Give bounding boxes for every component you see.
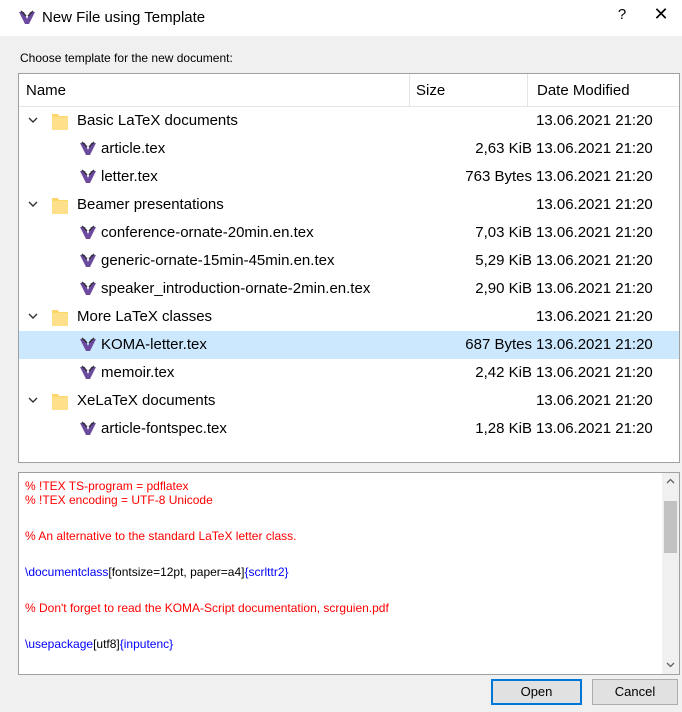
folder-icon xyxy=(52,392,68,410)
file-date: 13.06.2021 21:20 xyxy=(536,364,653,381)
tree-file-row[interactable]: conference-ornate-20min.en.tex 7,03 KiB 13… xyxy=(19,219,679,247)
preview-token: % An alternative to the standard LaTeX l… xyxy=(25,529,297,543)
preview-token: \setkomavar xyxy=(25,673,90,674)
group-name: More LaTeX classes xyxy=(77,308,213,325)
tree-file-row-selected[interactable]: KOMA-letter.tex 687 Bytes 13.06.2021 21:20 xyxy=(19,331,679,359)
tex-file-icon xyxy=(79,169,97,185)
scroll-up-icon[interactable] xyxy=(665,476,676,487)
preview-line: % An alternative to the standard LaTeX l… xyxy=(25,529,297,543)
tex-file-icon xyxy=(79,141,97,157)
title-bar: New File using Template ? ✕ xyxy=(0,0,682,36)
file-date: 13.06.2021 21:20 xyxy=(536,252,653,269)
tree-file-row[interactable]: speaker_introduction-ornate-2min.en.tex 2… xyxy=(19,275,679,303)
file-name: generic-ornate-15min-45min.en.tex xyxy=(101,252,335,269)
group-name: XeLaTeX documents xyxy=(77,392,216,409)
file-name: conference-ornate-20min.en.tex xyxy=(101,224,314,241)
column-header-date[interactable]: Date Modified xyxy=(537,82,630,99)
file-size: 2,63 KiB xyxy=(475,140,532,157)
group-name: Beamer presentations xyxy=(77,196,224,213)
file-size: 763 Bytes xyxy=(465,168,532,185)
preview-token: {fromname} xyxy=(90,673,152,674)
file-date: 13.06.2021 21:20 xyxy=(536,336,653,353)
file-name: article-fontspec.tex xyxy=(101,420,227,437)
group-date: 13.06.2021 21:20 xyxy=(536,392,653,409)
tex-file-icon xyxy=(79,225,97,241)
file-name: letter.tex xyxy=(101,168,158,185)
tree-file-row[interactable]: letter.tex 763 Bytes 13.06.2021 21:20 xyxy=(19,163,679,191)
group-date: 13.06.2021 21:20 xyxy=(536,196,653,213)
chevron-down-icon[interactable] xyxy=(26,197,40,211)
help-button[interactable]: ? xyxy=(612,6,632,23)
group-name: Basic LaTeX documents xyxy=(77,112,238,129)
preview-line: \setkomavar{fromname}{} % your name xyxy=(25,673,235,674)
file-name: memoir.tex xyxy=(101,364,175,381)
file-name: article.tex xyxy=(101,140,166,157)
file-date: 13.06.2021 21:20 xyxy=(536,168,653,185)
cancel-button[interactable]: Cancel xyxy=(592,679,678,705)
folder-icon xyxy=(52,112,68,130)
tex-file-icon xyxy=(79,421,97,437)
preview-line: % !TEX TS-program = pdflatex xyxy=(25,479,189,493)
texmaker-app-icon xyxy=(19,10,35,24)
open-button[interactable]: Open xyxy=(491,679,582,705)
tree-file-row[interactable]: memoir.tex 2,42 KiB 13.06.2021 21:20 xyxy=(19,359,679,387)
file-name: speaker_introduction-ornate-2min.en.tex xyxy=(101,280,371,297)
file-size: 2,42 KiB xyxy=(475,364,532,381)
tree-group-row[interactable]: More LaTeX classes 13.06.2021 21:20 xyxy=(19,303,679,331)
tree-body: Basic LaTeX documents 13.06.2021 21:20 art… xyxy=(19,107,679,443)
preview-token: % your name xyxy=(160,673,235,674)
scroll-down-icon[interactable] xyxy=(665,659,676,670)
template-preview[interactable]: % !TEX TS-program = pdflatex% !TEX encod… xyxy=(18,472,680,675)
chevron-down-icon[interactable] xyxy=(26,113,40,127)
tex-file-icon xyxy=(79,365,97,381)
preview-token: \usepackage xyxy=(25,637,94,651)
file-date: 13.06.2021 21:20 xyxy=(536,140,653,157)
window-title: New File using Template xyxy=(42,9,206,26)
tex-file-icon xyxy=(79,337,97,353)
tree-group-row[interactable]: Beamer presentations 13.06.2021 21:20 xyxy=(19,191,679,219)
tex-file-icon xyxy=(79,281,97,297)
preview-token: % Don't forget to read the KOMA-Script d… xyxy=(25,601,389,615)
file-size: 2,90 KiB xyxy=(475,280,532,297)
preview-token: [utf8] xyxy=(93,637,120,651)
group-date: 13.06.2021 21:20 xyxy=(536,112,653,129)
preview-token: % !TEX encoding = UTF-8 Unicode xyxy=(25,493,213,507)
file-name: KOMA-letter.tex xyxy=(101,336,207,353)
preview-line: % !TEX encoding = UTF-8 Unicode xyxy=(25,493,213,507)
chevron-down-icon[interactable] xyxy=(26,393,40,407)
choose-template-label: Choose template for the new document: xyxy=(20,51,233,65)
file-size: 5,29 KiB xyxy=(475,252,532,269)
preview-line: % Don't forget to read the KOMA-Script d… xyxy=(25,601,389,615)
file-size: 687 Bytes xyxy=(465,336,532,353)
chevron-down-icon[interactable] xyxy=(26,309,40,323)
tree-header: Name Size Date Modified xyxy=(19,74,679,107)
preview-token: {scrlttr2} xyxy=(244,565,289,579)
preview-token: [fontsize=12pt, paper=a4] xyxy=(108,565,245,579)
preview-line: \documentclass[fontsize=12pt, paper=a4]{… xyxy=(25,565,289,579)
scroll-thumb[interactable] xyxy=(664,501,677,553)
file-size: 1,28 KiB xyxy=(475,420,532,437)
file-date: 13.06.2021 21:20 xyxy=(536,420,653,437)
folder-icon xyxy=(52,196,68,214)
preview-token: {inputenc} xyxy=(119,637,174,651)
tree-file-row[interactable]: generic-ornate-15min-45min.en.tex 5,29 Ki… xyxy=(19,247,679,275)
tree-file-row[interactable]: article.tex 2,63 KiB 13.06.2021 21:20 xyxy=(19,135,679,163)
file-date: 13.06.2021 21:20 xyxy=(536,280,653,297)
tex-file-icon xyxy=(79,253,97,269)
file-date: 13.06.2021 21:20 xyxy=(536,224,653,241)
tree-group-row[interactable]: XeLaTeX documents 13.06.2021 21:20 xyxy=(19,387,679,415)
preview-line: \usepackage[utf8]{inputenc} xyxy=(25,637,173,651)
preview-scrollbar[interactable] xyxy=(662,473,679,674)
tree-group-row[interactable]: Basic LaTeX documents 13.06.2021 21:20 xyxy=(19,107,679,135)
column-header-size[interactable]: Size xyxy=(416,82,445,99)
preview-token: \documentclass xyxy=(25,565,109,579)
preview-token: % !TEX TS-program = pdflatex xyxy=(25,479,189,493)
close-button[interactable]: ✕ xyxy=(650,4,672,25)
tree-file-row[interactable]: article-fontspec.tex 1,28 KiB 13.06.2021 2… xyxy=(19,415,679,443)
column-header-name[interactable]: Name xyxy=(26,82,66,99)
file-size: 7,03 KiB xyxy=(475,224,532,241)
template-tree[interactable]: Name Size Date Modified Basic LaTeX docu… xyxy=(18,73,680,463)
group-date: 13.06.2021 21:20 xyxy=(536,308,653,325)
folder-icon xyxy=(52,308,68,326)
